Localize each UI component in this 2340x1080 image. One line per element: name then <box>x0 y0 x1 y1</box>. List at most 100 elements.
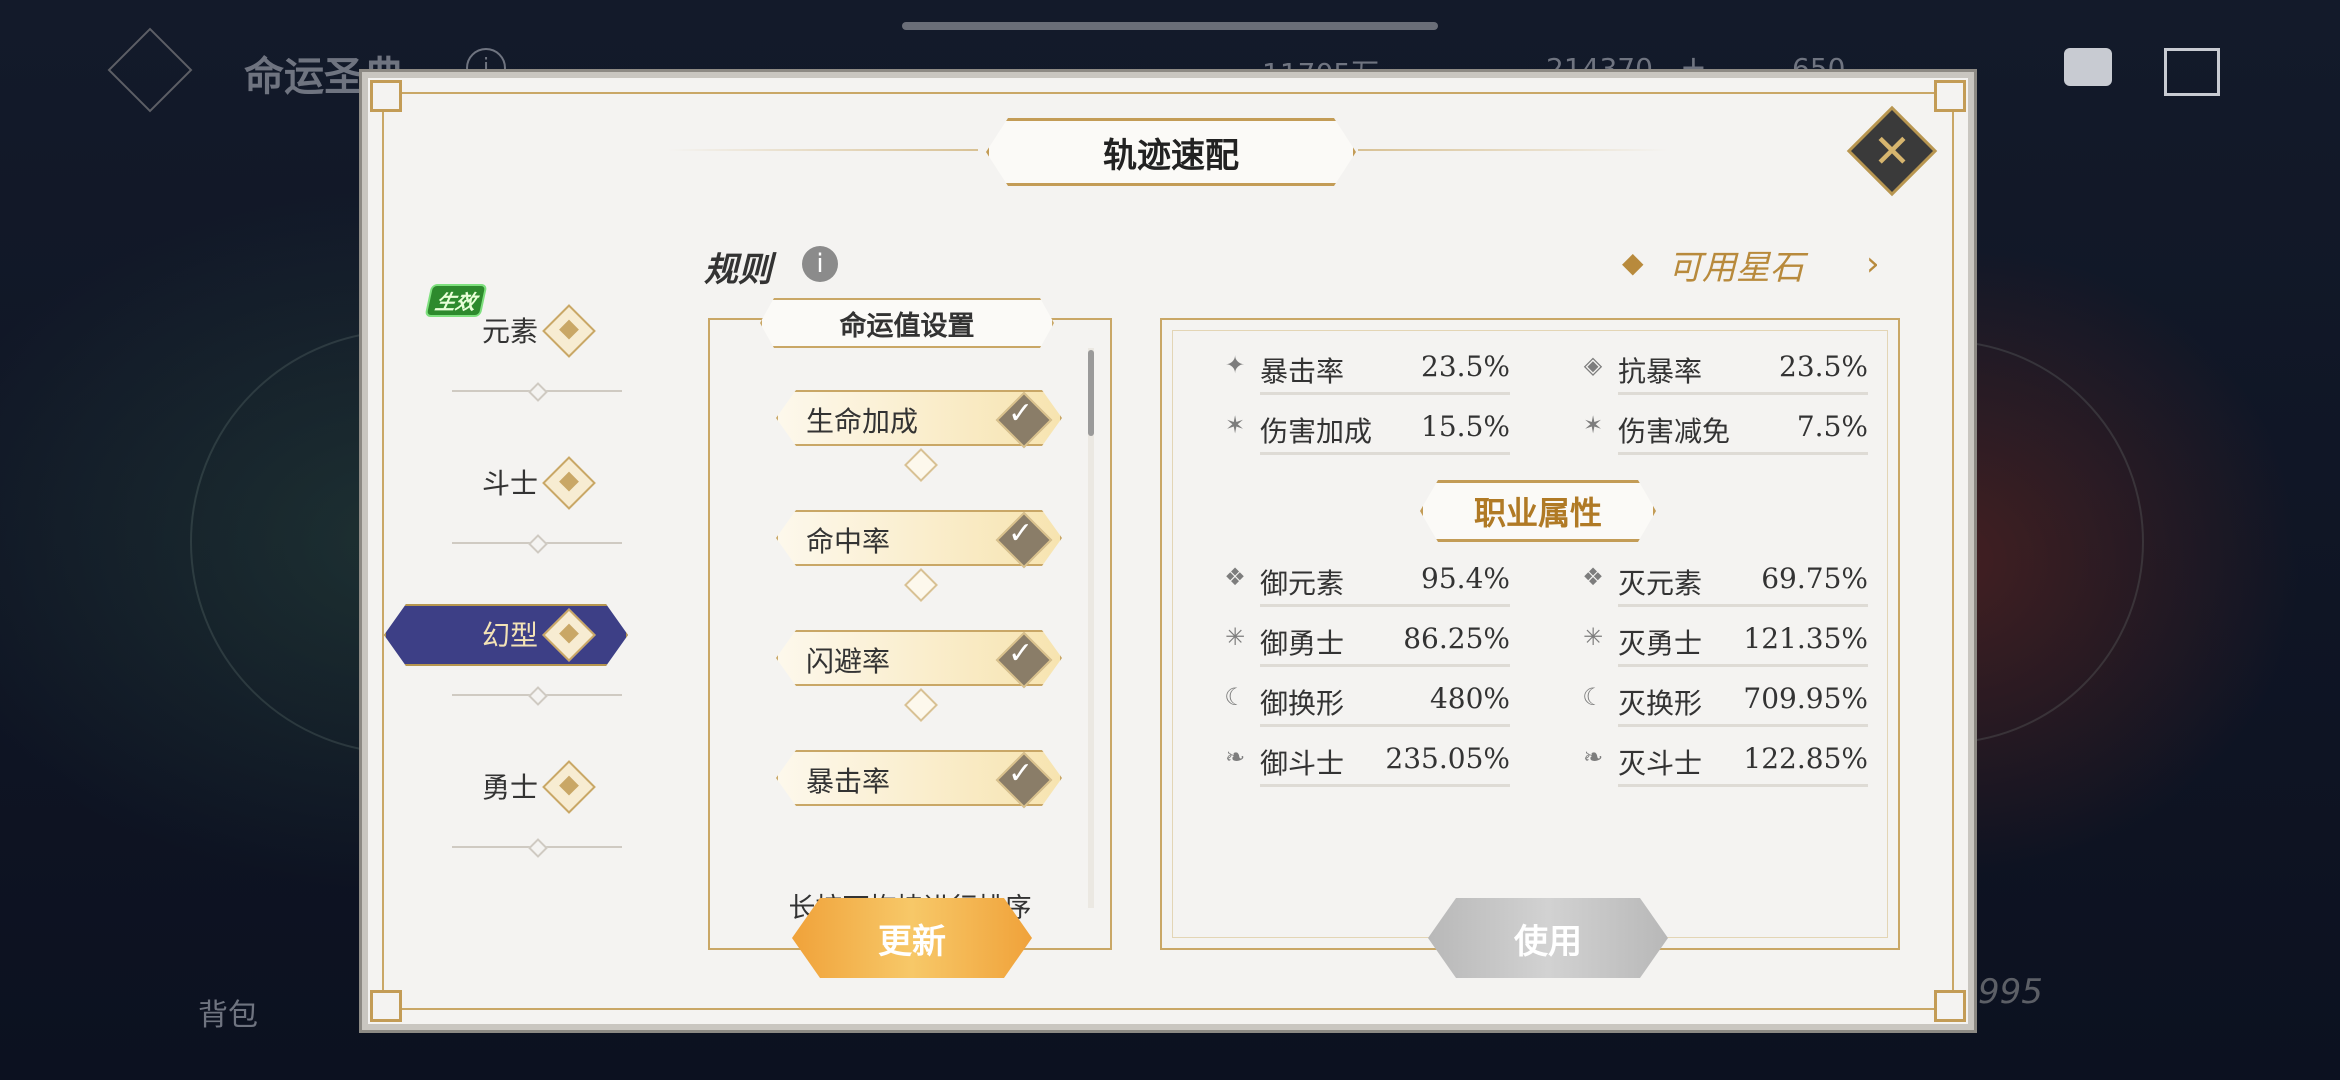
tab-label: 勇士 <box>481 771 538 804</box>
corner-ornament <box>1934 990 1966 1022</box>
stat-value: 86.25% <box>1403 622 1510 655</box>
bag-label[interactable]: 背包 <box>198 990 258 1034</box>
element-slay-icon: ❖ <box>1582 563 1604 591</box>
stat-row: ✶ 伤害减免 7.5% <box>1583 406 1868 455</box>
class-stat-row: ❧ 御斗士 235.05% <box>1225 738 1510 787</box>
class-stat-row: ☾ 灭换形 709.95% <box>1582 678 1868 727</box>
corner-ornament <box>1934 80 1966 112</box>
shapeshift-slay-icon: ☾ <box>1582 683 1604 711</box>
class-stat-row: ❖ 灭元素 69.75% <box>1582 558 1868 607</box>
damage-reduction-icon: ✶ <box>1582 411 1604 439</box>
stat-name: 伤害加成 <box>1260 415 1373 448</box>
fate-item[interactable]: 命中率 ✓ <box>776 510 1062 569</box>
close-icon: ✕ <box>1872 124 1912 178</box>
check-icon[interactable]: ✓ <box>1008 396 1033 431</box>
use-button[interactable]: 使用 <box>1428 898 1668 978</box>
class-attributes-header: 职业属性 <box>1420 480 1656 542</box>
stat-name: 暴击率 <box>1260 355 1345 388</box>
system-drag-handle[interactable] <box>902 22 1438 30</box>
fate-item-label: 命中率 <box>806 525 891 558</box>
stat-value: 235.05% <box>1385 742 1510 775</box>
tab-label: 元素 <box>481 315 538 348</box>
stat-value: 480% <box>1429 682 1510 715</box>
stat-name: 灭斗士 <box>1618 747 1703 780</box>
class-stat-row: ☾ 御换形 480% <box>1224 678 1510 727</box>
chat-icon[interactable] <box>2064 48 2112 86</box>
stat-name: 御换形 <box>1260 687 1345 720</box>
stat-value: 95.4% <box>1421 562 1510 595</box>
stat-name: 御元素 <box>1260 567 1345 600</box>
scrollbar-thumb[interactable] <box>1088 350 1094 436</box>
check-icon[interactable]: ✓ <box>1008 516 1033 551</box>
stat-name: 伤害减免 <box>1618 415 1731 448</box>
fighter-slay-icon: ❧ <box>1582 743 1604 771</box>
fate-item-label: 闪避率 <box>806 645 891 678</box>
tab-divider <box>452 694 622 696</box>
tab-gem-icon <box>542 304 596 358</box>
fate-item[interactable]: 暴击率 ✓ <box>776 750 1062 809</box>
fate-item-label: 暴击率 <box>806 765 891 798</box>
stat-row: ◈ 抗暴率 23.5% <box>1584 346 1868 395</box>
tab-divider <box>452 542 622 544</box>
stat-value: 23.5% <box>1779 350 1868 383</box>
stat-name: 灭勇士 <box>1618 627 1703 660</box>
corner-ornament <box>370 80 402 112</box>
title-decoration-right <box>1358 149 1668 151</box>
element-defense-icon: ❖ <box>1224 563 1246 591</box>
stat-value: 15.5% <box>1421 410 1510 443</box>
stat-row: ✦ 暴击率 23.5% <box>1225 346 1510 395</box>
side-number: 995 <box>1978 972 2043 1012</box>
title-decoration-left <box>668 149 978 151</box>
home-icon[interactable] <box>2164 48 2220 96</box>
check-icon[interactable]: ✓ <box>1008 756 1033 791</box>
fate-settings-header: 命运值设置 <box>760 298 1054 348</box>
fate-item[interactable]: 生命加成 ✓ <box>776 390 1062 449</box>
class-stat-row: ❖ 御元素 95.4% <box>1224 558 1510 607</box>
class-stat-row: ✳ 灭勇士 121.35% <box>1583 618 1868 667</box>
fate-item-label: 生命加成 <box>806 405 919 438</box>
tab-fighter[interactable]: 斗士 <box>414 452 634 512</box>
check-icon[interactable]: ✓ <box>1008 636 1033 671</box>
star-stone-icon: ◆ <box>1622 246 1644 279</box>
update-button[interactable]: 更新 <box>792 898 1032 978</box>
stat-row: ✶ 伤害加成 15.5% <box>1225 406 1510 455</box>
warrior-slay-icon: ✳ <box>1582 623 1604 651</box>
tab-gem-icon <box>542 760 596 814</box>
corner-ornament <box>370 990 402 1022</box>
class-stat-row: ❧ 灭斗士 122.85% <box>1583 738 1868 787</box>
stat-value: 709.95% <box>1743 682 1868 715</box>
stat-value: 7.5% <box>1796 410 1868 443</box>
damage-bonus-icon: ✶ <box>1224 411 1246 439</box>
stat-value: 122.85% <box>1743 742 1868 775</box>
close-button[interactable]: ✕ <box>1850 109 1934 193</box>
stat-name: 灭元素 <box>1618 567 1703 600</box>
tab-divider <box>452 390 622 392</box>
rules-label: 规则 <box>704 250 772 290</box>
available-star-stones-link[interactable]: 可用星石 <box>1668 240 1804 289</box>
class-stat-row: ✳ 御勇士 86.25% <box>1225 618 1510 667</box>
stat-value: 23.5% <box>1421 350 1510 383</box>
fate-item[interactable]: 闪避率 ✓ <box>776 630 1062 689</box>
crit-resist-icon: ◈ <box>1583 351 1603 379</box>
tab-warrior[interactable]: 勇士 <box>414 756 634 816</box>
stat-name: 御勇士 <box>1260 627 1345 660</box>
tab-divider <box>452 846 622 848</box>
tab-phantom[interactable]: 幻型 <box>414 604 634 664</box>
quick-match-dialog: 轨迹速配 ✕ 生效 元素 斗士 幻型 勇士 规则 i 命运值设置 生命加成 ✓ <box>368 78 1968 1024</box>
dialog-title: 轨迹速配 <box>986 118 1356 186</box>
fighter-defense-icon: ❧ <box>1224 743 1246 771</box>
stat-name: 御斗士 <box>1260 747 1345 780</box>
stat-value: 121.35% <box>1743 622 1868 655</box>
chevron-right-icon[interactable]: › <box>1866 244 1880 284</box>
tab-label: 斗士 <box>481 467 538 500</box>
tab-label: 幻型 <box>481 619 538 652</box>
warrior-defense-icon: ✳ <box>1224 623 1246 651</box>
tab-element[interactable]: 元素 <box>414 300 634 360</box>
stat-name: 灭换形 <box>1618 687 1703 720</box>
info-icon[interactable]: i <box>802 246 838 282</box>
stat-value: 69.75% <box>1761 562 1868 595</box>
shapeshift-defense-icon: ☾ <box>1224 683 1246 711</box>
stat-name: 抗暴率 <box>1618 355 1703 388</box>
crit-icon: ✦ <box>1224 351 1246 379</box>
tab-gem-icon <box>542 456 596 510</box>
